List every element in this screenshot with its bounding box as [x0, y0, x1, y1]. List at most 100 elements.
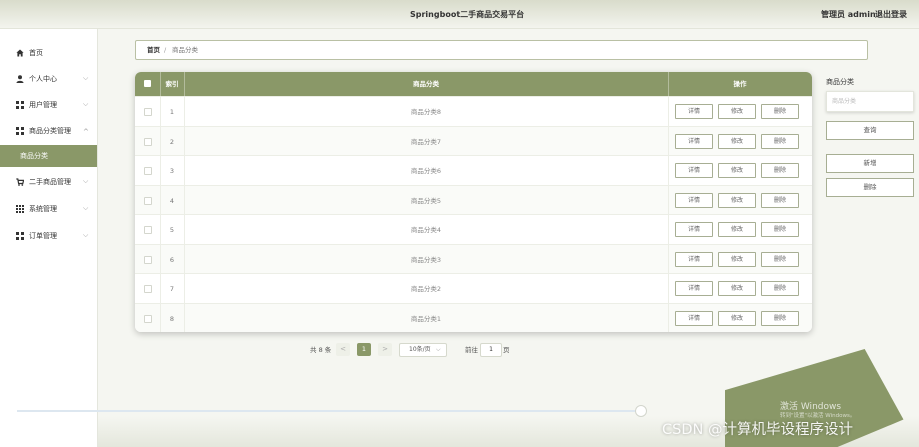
row-checkbox[interactable] — [144, 108, 152, 116]
table-row[interactable]: 6 商品分类3 详情 修改 删除 — [135, 243, 812, 274]
row-category: 商品分类7 — [410, 137, 442, 146]
breadcrumb-home[interactable]: 首页 — [147, 46, 160, 54]
pagination-prev-button[interactable]: < — [336, 343, 350, 356]
row-checkbox[interactable] — [144, 167, 152, 175]
row-index: 6 — [169, 255, 175, 264]
edit-button[interactable]: 修改 — [718, 133, 756, 149]
sidebar-subitem-category[interactable]: 商品分类 — [0, 145, 97, 167]
category-table: 索引 商品分类 操作 1 商品分类8 详情 修改 删除 2 商品分类7 详情 修改 删除 3 商品分类… — [135, 72, 812, 332]
sidebar-item-orders[interactable]: 订单管理 ⌵ — [0, 226, 97, 246]
goto-page-input[interactable]: 1 — [480, 343, 502, 357]
breadcrumb-separator: / — [164, 46, 167, 54]
delete-button[interactable]: 删除 — [761, 310, 799, 326]
column-divider — [668, 215, 669, 245]
windows-activation-title: 激活 Windows — [780, 402, 842, 412]
pagination-page-1[interactable]: 1 — [357, 343, 371, 356]
row-checkbox[interactable] — [144, 285, 152, 293]
table-row[interactable]: 2 商品分类7 详情 修改 删除 — [135, 125, 812, 156]
sidebar-item-label: 系统管理 — [29, 205, 57, 213]
sidebar-item-system[interactable]: 系统管理 ⌵ — [0, 199, 97, 219]
row-category: 商品分类4 — [410, 226, 442, 234]
edit-button[interactable]: 修改 — [718, 310, 756, 326]
chevron-up-icon: ^ — [83, 128, 89, 136]
column-divider — [668, 244, 669, 274]
detail-button[interactable]: 详情 — [675, 133, 713, 149]
column-divider — [668, 156, 669, 186]
row-checkbox[interactable] — [144, 255, 152, 264]
delete-button[interactable]: 删除 — [761, 163, 799, 178]
pagination-next-button[interactable]: > — [378, 343, 392, 356]
delete-button[interactable]: 删除 — [761, 251, 799, 267]
search-placeholder: 商品分类 — [832, 98, 857, 105]
row-checkbox[interactable] — [144, 314, 152, 323]
table-row[interactable]: 1 商品分类8 详情 修改 删除 — [135, 96, 812, 127]
page-size-value: 10条/页 — [409, 346, 431, 353]
page-size-select[interactable]: 10条/页 ⌵ — [399, 343, 447, 357]
add-button[interactable]: 新增 — [826, 154, 914, 173]
select-all-checkbox[interactable] — [144, 80, 151, 87]
goto-label: 前往 — [465, 346, 478, 354]
delete-button[interactable]: 删除 — [761, 104, 799, 119]
detail-button[interactable]: 详情 — [675, 281, 713, 296]
column-divider — [668, 303, 669, 332]
detail-button[interactable]: 详情 — [675, 251, 713, 267]
detail-button[interactable]: 详情 — [675, 192, 713, 208]
delete-button[interactable]: 删除 — [761, 133, 799, 149]
scroll-track[interactable] — [17, 410, 639, 412]
top-header: Springboot二手商品交易平台 管理员 admin 退出登录 — [0, 0, 919, 29]
grid9-icon — [16, 205, 24, 213]
row-category: 商品分类1 — [410, 314, 442, 323]
column-divider — [668, 126, 669, 156]
edit-button[interactable]: 修改 — [718, 163, 756, 178]
edit-button[interactable]: 修改 — [718, 281, 756, 296]
sidebar-item-personal[interactable]: 个人中心 ⌵ — [0, 69, 97, 89]
delete-button[interactable]: 删除 — [761, 222, 799, 237]
batch-delete-button[interactable]: 删除 — [826, 178, 914, 197]
search-input[interactable]: 商品分类 — [826, 91, 914, 112]
grid-icon — [16, 101, 24, 109]
table-row[interactable]: 3 商品分类6 详情 修改 删除 — [135, 155, 812, 186]
sidebar-item-label: 订单管理 — [29, 232, 57, 240]
column-divider — [668, 274, 669, 304]
row-checkbox[interactable] — [144, 137, 152, 146]
breadcrumb-current: 商品分类 — [172, 46, 198, 54]
detail-button[interactable]: 详情 — [675, 104, 713, 119]
delete-button[interactable]: 删除 — [761, 192, 799, 208]
sidebar-item-home[interactable]: 首页 — [0, 43, 97, 63]
row-index: 7 — [169, 285, 175, 293]
row-checkbox[interactable] — [144, 196, 152, 205]
edit-button[interactable]: 修改 — [718, 251, 756, 267]
detail-button[interactable]: 详情 — [675, 222, 713, 237]
sidebar-subitem-label: 商品分类 — [20, 152, 48, 160]
chevron-down-icon: ⌵ — [83, 177, 89, 185]
detail-button[interactable]: 详情 — [675, 310, 713, 326]
table-row[interactable]: 7 商品分类2 详情 修改 删除 — [135, 273, 812, 304]
row-checkbox[interactable] — [144, 226, 152, 234]
sidebar-item-users[interactable]: 用户管理 ⌵ — [0, 95, 97, 115]
table-row[interactable]: 5 商品分类4 详情 修改 删除 — [135, 214, 812, 245]
header-index: 索引 — [165, 80, 179, 88]
table-row[interactable]: 8 商品分类1 详情 修改 删除 — [135, 302, 812, 332]
sidebar: 首页 个人中心 ⌵ 用户管理 ⌵ 商品分类管理 ^ 商品分类 二手商品管理 ⌵ … — [0, 29, 98, 447]
edit-button[interactable]: 修改 — [718, 192, 756, 208]
edit-button[interactable]: 修改 — [718, 104, 756, 119]
logout-link[interactable]: 退出登录 — [875, 9, 907, 20]
sidebar-item-label: 个人中心 — [29, 75, 57, 83]
sidebar-item-goods[interactable]: 二手商品管理 ⌵ — [0, 172, 97, 192]
table-row[interactable]: 4 商品分类5 详情 修改 删除 — [135, 184, 812, 215]
query-button[interactable]: 查询 — [826, 121, 914, 140]
sidebar-item-category-mgmt[interactable]: 商品分类管理 ^ — [0, 121, 97, 141]
row-index: 8 — [169, 314, 175, 323]
table-header: 索引 商品分类 操作 — [135, 72, 812, 96]
cart-icon — [16, 178, 24, 186]
row-category: 商品分类3 — [410, 255, 442, 264]
detail-button[interactable]: 详情 — [675, 163, 713, 178]
row-category: 商品分类6 — [410, 167, 442, 175]
edit-button[interactable]: 修改 — [718, 222, 756, 237]
grid-icon — [16, 232, 24, 240]
header-actions: 操作 — [733, 80, 747, 88]
delete-button[interactable]: 删除 — [761, 281, 799, 296]
home-icon — [16, 49, 24, 57]
chevron-down-icon: ⌵ — [83, 231, 89, 239]
chevron-down-icon: ⌵ — [83, 204, 89, 212]
